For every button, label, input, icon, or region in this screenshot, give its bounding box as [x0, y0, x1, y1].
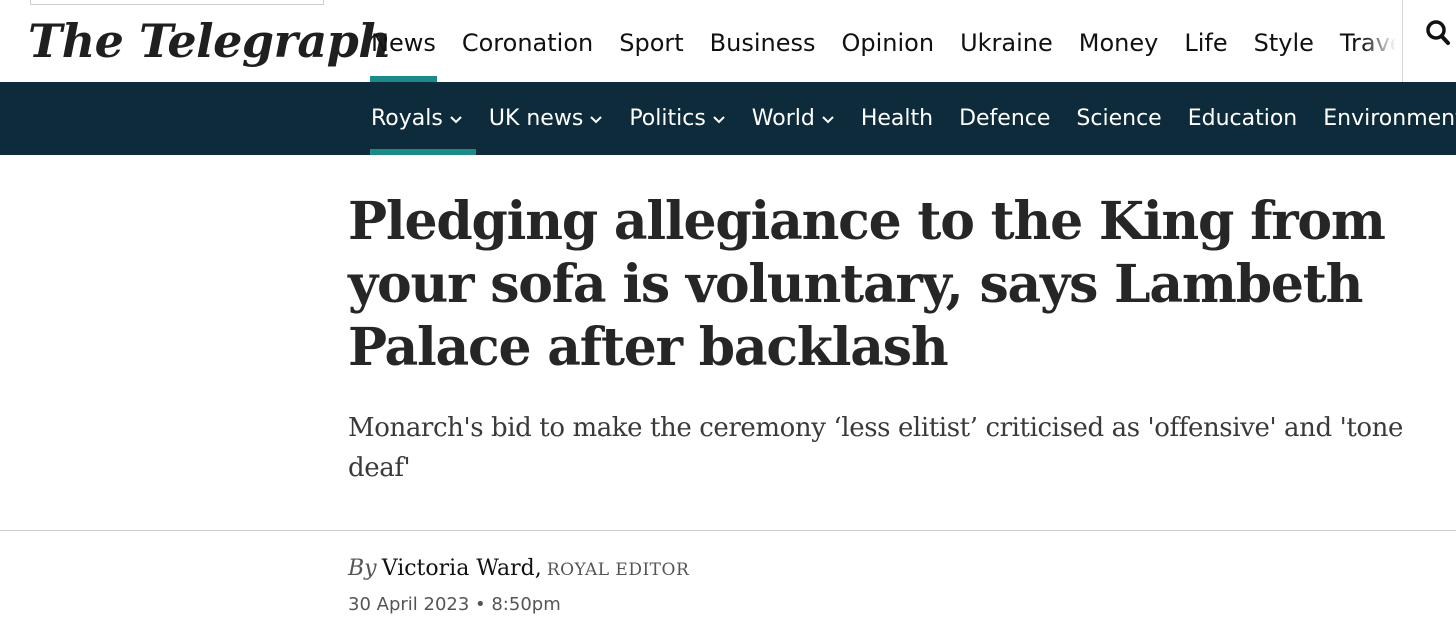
chevron-down-icon — [822, 115, 834, 123]
article-headline: Pledging allegiance to the King from you… — [348, 191, 1386, 378]
primary-nav: News Coronation Sport Business Opinion U… — [358, 0, 1402, 82]
chevron-down-icon — [590, 115, 603, 123]
primary-nav-item-life[interactable]: Life — [1171, 0, 1240, 82]
primary-nav-item-business[interactable]: Business — [697, 0, 829, 82]
subnav-item-royals[interactable]: Royals — [358, 82, 476, 155]
primary-nav-item-sport[interactable]: Sport — [606, 0, 696, 82]
byline: By Victoria Ward, ROYAL EDITOR — [348, 553, 689, 585]
subnav-item-health[interactable]: Health — [848, 82, 946, 155]
article-standfirst: Monarch's bid to make the ceremony ‘less… — [348, 413, 1403, 483]
subnav-item-label: Politics — [629, 105, 706, 131]
primary-nav-item-opinion[interactable]: Opinion — [829, 0, 948, 82]
primary-nav-item-news[interactable]: News — [358, 0, 449, 82]
subnav-item-label: World — [751, 105, 815, 131]
subnav-item-politics[interactable]: Politics — [616, 82, 738, 155]
primary-nav-item-coronation[interactable]: Coronation — [449, 0, 606, 82]
subnav-item-environment[interactable]: Environment — [1310, 82, 1456, 155]
byline-author[interactable]: Victoria Ward, — [382, 556, 542, 581]
primary-nav-item-style[interactable]: Style — [1241, 0, 1327, 82]
masthead: The Telegraph News Coronation Sport Busi… — [0, 0, 1456, 82]
subnav-item-label: UK news — [488, 105, 584, 131]
subnav-item-world[interactable]: World — [739, 82, 848, 155]
search-divider — [1402, 0, 1403, 82]
telegraph-logo[interactable]: The Telegraph — [28, 10, 392, 72]
search-button[interactable] — [1420, 14, 1456, 54]
subnav-item-defence[interactable]: Defence — [946, 82, 1063, 155]
subnav-item-uk-news[interactable]: UK news — [476, 82, 616, 155]
search-icon — [1426, 20, 1450, 45]
masthead-top-border — [30, 0, 324, 5]
primary-nav-item-ukraine[interactable]: Ukraine — [947, 0, 1066, 82]
publish-date: 30 April 2023 • 8:50pm — [348, 594, 561, 615]
subnav-item-education[interactable]: Education — [1175, 82, 1311, 155]
chevron-down-icon — [713, 115, 725, 123]
section-subnav: Royals UK news Politics World Health Def… — [0, 82, 1456, 155]
subnav-item-science[interactable]: Science — [1063, 82, 1174, 155]
chevron-down-icon — [450, 115, 462, 123]
header-divider — [0, 530, 1456, 531]
byline-role: ROYAL EDITOR — [546, 560, 690, 580]
primary-nav-item-money[interactable]: Money — [1066, 0, 1172, 82]
nav-overflow-fade — [1362, 0, 1402, 82]
subnav-item-label: Royals — [371, 105, 443, 131]
byline-prefix: By — [348, 556, 377, 581]
